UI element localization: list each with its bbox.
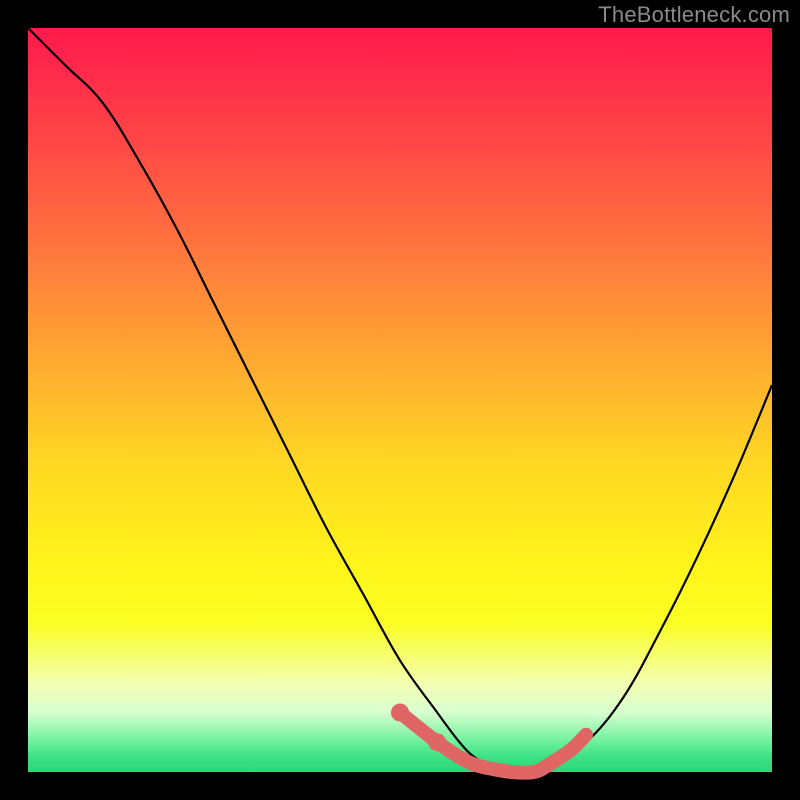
highlight-dot — [391, 704, 409, 722]
bottleneck-curve — [28, 28, 772, 773]
highlight-segment — [400, 713, 586, 773]
chart-svg — [28, 28, 772, 772]
plot-area — [28, 28, 772, 772]
watermark-text: TheBottleneck.com — [598, 2, 790, 28]
highlight-dot — [428, 733, 446, 751]
chart-frame: TheBottleneck.com — [0, 0, 800, 800]
